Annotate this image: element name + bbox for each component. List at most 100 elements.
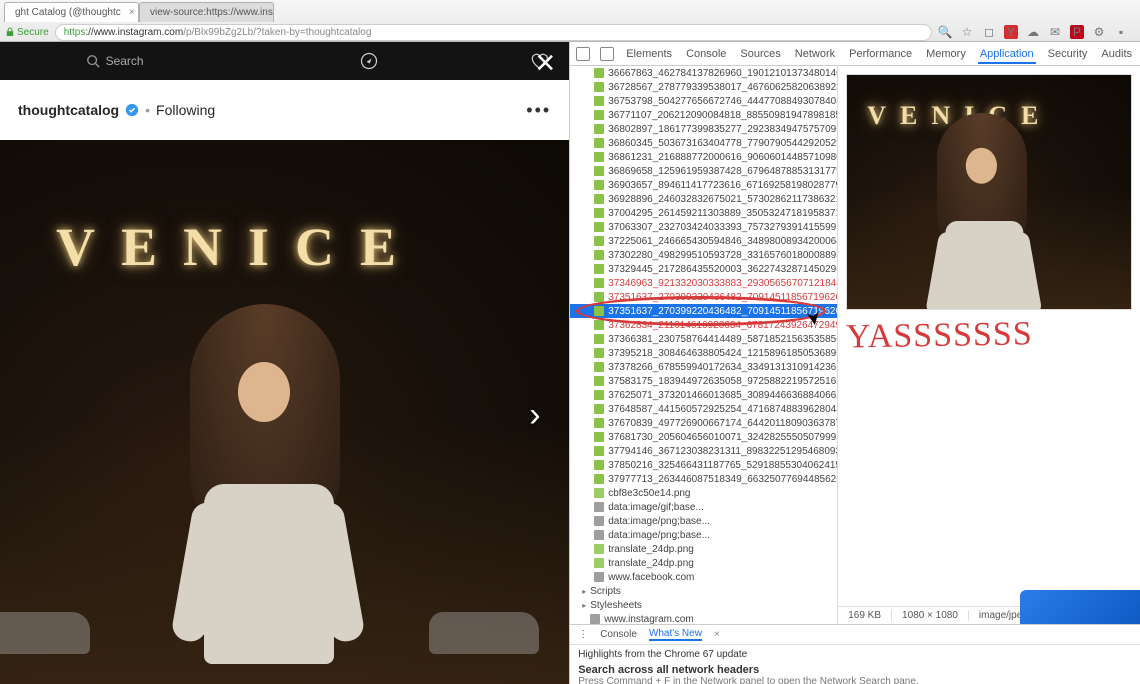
file-row[interactable]: 37583175_183944972635058_972588221957251…: [570, 374, 837, 388]
search-icon: [86, 54, 100, 68]
file-row[interactable]: 37351637_270399220436482_709145118567196…: [570, 290, 837, 304]
device-icon[interactable]: [600, 47, 614, 61]
tab-performance[interactable]: Performance: [847, 44, 914, 64]
search-input[interactable]: Search: [20, 54, 209, 68]
file-row[interactable]: 36771107_206212090084818_885509819478981…: [570, 108, 837, 122]
file-row[interactable]: translate_24dp.png: [570, 542, 837, 556]
post-header: thoughtcatalog • Following •••: [0, 80, 569, 140]
file-row[interactable]: 37794146_367123038231311_898322512954680…: [570, 444, 837, 458]
car: [429, 612, 539, 654]
file-row[interactable]: 36860345_503673163404778_779079054429205…: [570, 136, 837, 150]
file-row[interactable]: translate_24dp.png: [570, 556, 837, 570]
file-row[interactable]: 37977713_263446087518349_663250776944856…: [570, 472, 837, 486]
file-icon: [594, 376, 604, 386]
tab-application[interactable]: Application: [978, 44, 1036, 64]
tab-memory[interactable]: Memory: [924, 44, 968, 64]
file-icon: [594, 446, 604, 456]
file-row[interactable]: 36802897_186177399835277_292383494757570…: [570, 122, 837, 136]
whatsnew-sub: Press Command + F in the Network panel t…: [578, 676, 1132, 684]
drawer-tabs: ⋮ Console What's New ×: [570, 625, 1140, 645]
file-name: 36753798_504277656672746_444770884930784…: [608, 96, 837, 107]
file-row[interactable]: 36861231_216888772000616_906060144857109…: [570, 150, 837, 164]
file-row[interactable]: data:image/gif;base...: [570, 500, 837, 514]
zoom-icon[interactable]: 🔍: [938, 25, 952, 39]
whatsnew-title: Search across all network headers: [578, 664, 1132, 676]
pinterest-icon[interactable]: P: [1070, 25, 1084, 39]
more-icon[interactable]: •••: [526, 100, 551, 121]
browser-tab[interactable]: view-source:https://www.insta ×: [139, 2, 274, 22]
file-row[interactable]: 37625071_373201466013685_308944663688406…: [570, 388, 837, 402]
post-image[interactable]: VENICE ›: [0, 140, 569, 684]
compass-icon[interactable]: [359, 51, 379, 71]
file-icon: [594, 180, 604, 190]
extension-icon[interactable]: ▪: [1114, 25, 1128, 39]
url-domain: ://www.instagram.com: [85, 27, 183, 38]
tab-audits[interactable]: Audits: [1099, 44, 1134, 64]
follow-status[interactable]: Following: [156, 102, 215, 118]
file-icon: [594, 138, 604, 148]
file-row[interactable]: 37346963_921332030333883_293056567071218…: [570, 276, 837, 290]
file-row[interactable]: 36667863_462784137826960_190121013734801…: [570, 66, 837, 80]
file-row[interactable]: 36903657_894611417723616_671692581980287…: [570, 178, 837, 192]
browser-tab[interactable]: ght Catalog (@thoughtc ×: [4, 2, 139, 22]
file-row[interactable]: 37850216_325466431187765_529188553040624…: [570, 458, 837, 472]
file-row[interactable]: 37004295_261459211303889_350532471819583…: [570, 206, 837, 220]
file-row[interactable]: 37351637_270399220436482_709145118567196…: [570, 304, 837, 318]
tab-network[interactable]: Network: [793, 44, 837, 64]
profile-icon[interactable]: ◻: [982, 25, 996, 39]
chevron-right-icon[interactable]: ›: [529, 396, 561, 428]
tree-group[interactable]: ▸Scripts: [570, 584, 837, 598]
tab-elements[interactable]: Elements: [624, 44, 674, 64]
drawer-tab-console[interactable]: Console: [600, 629, 637, 640]
tab-console[interactable]: Console: [684, 44, 728, 64]
extension-icon[interactable]: ⚙: [1092, 25, 1106, 39]
file-row[interactable]: 37302280_498299510593728_331657601800088…: [570, 248, 837, 262]
file-row[interactable]: 36869658_125961959387428_679648788531317…: [570, 164, 837, 178]
file-row[interactable]: cbf8e3c50e14.png: [570, 486, 837, 500]
file-row[interactable]: 37366381_230758764414489_587185215635358…: [570, 332, 837, 346]
file-row[interactable]: 36753798_504277656672746_444770884930784…: [570, 94, 837, 108]
file-tree[interactable]: 36667863_462784137826960_190121013734801…: [570, 66, 838, 624]
file-row[interactable]: data:image/png;base...: [570, 514, 837, 528]
close-icon[interactable]: ×: [535, 46, 555, 80]
tab-sources[interactable]: Sources: [738, 44, 782, 64]
post-handle[interactable]: thoughtcatalog • Following: [18, 102, 215, 118]
file-row[interactable]: 37648587_441560572925254_471687488396280…: [570, 402, 837, 416]
tree-host[interactable]: www.instagram.com: [570, 612, 837, 624]
tree-group[interactable]: ▸Stylesheets: [570, 598, 837, 612]
file-row[interactable]: data:image/png;base...: [570, 528, 837, 542]
file-name: cbf8e3c50e14.png: [608, 488, 690, 499]
secure-label: Secure: [17, 27, 49, 38]
file-row[interactable]: 37670839_497726900667174_644201180903637…: [570, 416, 837, 430]
file-row[interactable]: 37225061_246665430594846_348980089342000…: [570, 234, 837, 248]
file-icon: [594, 488, 604, 498]
file-row[interactable]: 37378266_678559940172634_334913131091423…: [570, 360, 837, 374]
file-name: 37583175_183944972635058_972588221957251…: [608, 376, 837, 387]
file-row[interactable]: 36728567_278779339538017_467606258206389…: [570, 80, 837, 94]
file-row[interactable]: 37395218_308464638805424_121589618505368…: [570, 346, 837, 360]
drawer-tab-whatsnew[interactable]: What's New: [649, 628, 702, 641]
person: [140, 304, 380, 664]
file-row[interactable]: 37362834_211014616920634_678172439264729…: [570, 318, 837, 332]
secure-badge[interactable]: Secure: [6, 27, 49, 38]
close-icon[interactable]: ×: [714, 629, 720, 640]
file-row[interactable]: 36928896_246032832675021_573028621173863…: [570, 192, 837, 206]
car: [0, 612, 90, 654]
file-icon: [594, 222, 604, 232]
drawer-menu-icon[interactable]: ⋮: [578, 629, 588, 640]
inspect-icon[interactable]: [576, 47, 590, 61]
file-row[interactable]: 37063307_232703424033393_757327939141559…: [570, 220, 837, 234]
file-row[interactable]: 37329445_217286435520003_362274328714502…: [570, 262, 837, 276]
extension-icon[interactable]: Y: [1004, 25, 1018, 39]
main-content: Search × thoughtcatalog • Following ••• …: [0, 42, 1140, 684]
close-icon[interactable]: ×: [129, 7, 135, 18]
extension-icon[interactable]: ☁: [1026, 25, 1040, 39]
promo-banner[interactable]: [1020, 590, 1140, 624]
file-row[interactable]: 37681730_205604656010071_324282555050799…: [570, 430, 837, 444]
file-row[interactable]: www.facebook.com: [570, 570, 837, 584]
star-icon[interactable]: ☆: [960, 25, 974, 39]
extension-icon[interactable]: ✉: [1048, 25, 1062, 39]
tab-security[interactable]: Security: [1046, 44, 1090, 64]
preview-image[interactable]: VENICE: [846, 74, 1132, 310]
url-input[interactable]: https ://www.instagram.com /p/Blx99bZg2L…: [55, 24, 932, 41]
